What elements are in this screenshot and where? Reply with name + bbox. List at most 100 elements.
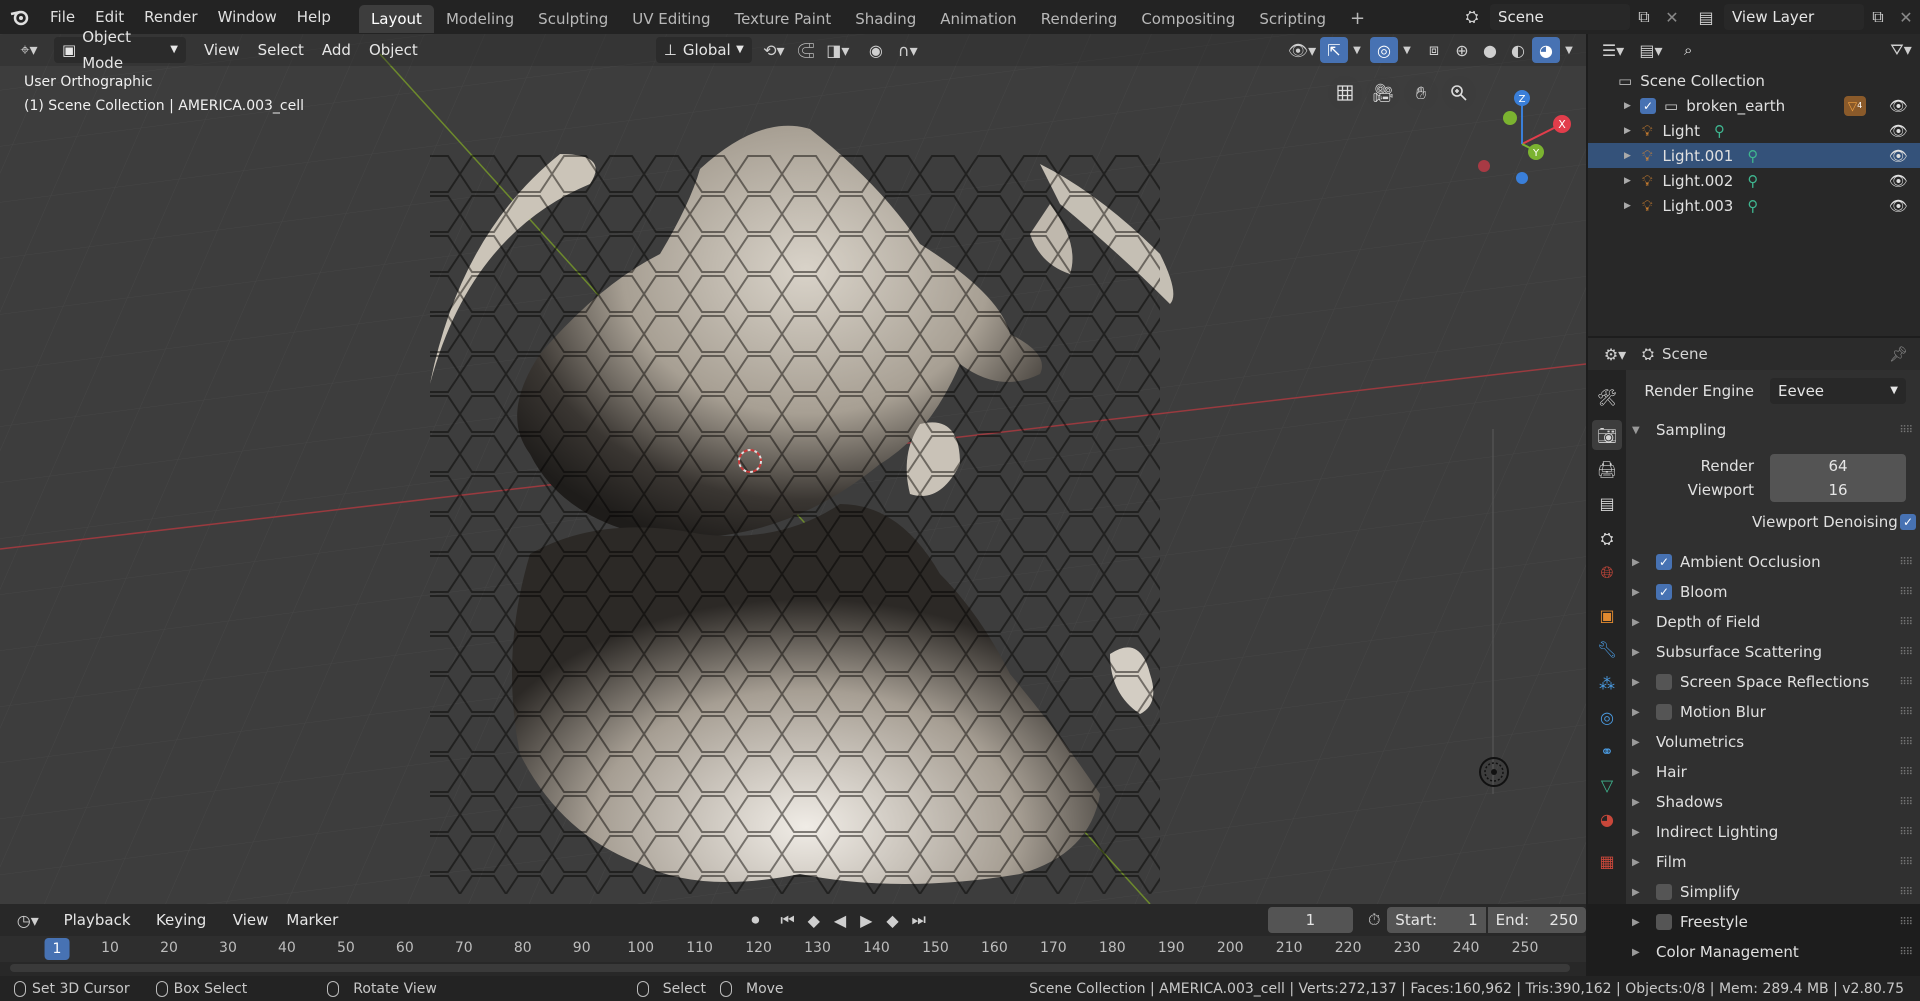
menu-keying[interactable]: Keying ▼ bbox=[148, 907, 223, 954]
outliner-item-light[interactable]: ▶ 💡︎ Light ⚲ 👁︎ bbox=[1588, 118, 1920, 143]
record-keyframe-icon[interactable]: ⏺ bbox=[742, 907, 768, 933]
stopwatch-icon[interactable]: ⏱ bbox=[1361, 907, 1387, 933]
panel-header-shadows[interactable]: ▶ Shadows ⠿⠿ bbox=[1626, 787, 1920, 817]
panel-header-bloom[interactable]: ▶ ✓ Bloom ⠿⠿ bbox=[1626, 577, 1920, 607]
tab-constraints[interactable]: ⚭ bbox=[1592, 736, 1622, 766]
tab-uv-editing[interactable]: UV Editing bbox=[620, 5, 722, 33]
proportional-edit-icon[interactable]: ◉ bbox=[862, 37, 890, 63]
rendered-shading-icon[interactable]: ◕ bbox=[1532, 37, 1560, 63]
current-frame-marker[interactable]: 1 bbox=[44, 938, 70, 960]
menu-select[interactable]: Select bbox=[250, 37, 312, 63]
scene-selector-icon[interactable]: ⛭ bbox=[1458, 4, 1486, 30]
expand-arrow-icon[interactable]: ▶ bbox=[1624, 176, 1636, 186]
panel-header-subsurface-scattering[interactable]: ▶ Subsurface Scattering ⠿⠿ bbox=[1626, 637, 1920, 667]
drag-handle-icon[interactable]: ⠿⠿ bbox=[1899, 797, 1913, 808]
tab-layout[interactable]: Layout bbox=[358, 5, 434, 33]
blender-logo-icon[interactable] bbox=[0, 0, 40, 34]
panel-header-depth-of-field[interactable]: ▶ Depth of Field ⠿⠿ bbox=[1626, 607, 1920, 637]
eye-icon[interactable]: 👁︎ bbox=[1889, 197, 1908, 215]
outliner-item-broken-earth[interactable]: ▶ ✓ ▭ broken_earth ▽ 4 👁︎ bbox=[1588, 93, 1920, 118]
toggle-grid-button[interactable] bbox=[1328, 76, 1362, 110]
tab-output[interactable]: 🖨︎ bbox=[1592, 454, 1622, 484]
expand-arrow-icon[interactable]: ▶ bbox=[1624, 201, 1636, 211]
menu-add[interactable]: Add bbox=[314, 37, 359, 63]
end-frame-field[interactable]: End: 250 bbox=[1487, 907, 1587, 933]
view-layer-icon[interactable]: ▤ bbox=[1692, 4, 1720, 30]
panel-header-freestyle[interactable]: ▶ Freestyle ⠿⠿ bbox=[1626, 907, 1920, 937]
drag-handle-icon[interactable]: ⠿⠿ bbox=[1899, 767, 1913, 778]
panel-header-indirect-lighting[interactable]: ▶ Indirect Lighting ⠿⠿ bbox=[1626, 817, 1920, 847]
timeline-editor-type-icon[interactable]: ◷▾ bbox=[10, 907, 46, 933]
tab-texture-paint[interactable]: Texture Paint bbox=[722, 5, 843, 33]
menu-view[interactable]: View bbox=[196, 37, 248, 63]
wireframe-shading-icon[interactable]: ⊕ bbox=[1448, 37, 1476, 63]
camera-view-button[interactable]: 🎥︎ bbox=[1366, 76, 1400, 110]
delete-scene-icon[interactable]: ✕ bbox=[1658, 4, 1686, 30]
drag-handle-icon[interactable]: ⠿⠿ bbox=[1899, 737, 1913, 748]
panel-enable-checkbox[interactable]: ✓ bbox=[1656, 584, 1672, 600]
next-keyframe-icon[interactable]: ◆ bbox=[879, 907, 905, 933]
tab-data[interactable]: ▽ bbox=[1592, 770, 1622, 800]
panel-enable-checkbox[interactable]: ✓ bbox=[1656, 554, 1672, 570]
tab-shading[interactable]: Shading bbox=[843, 5, 928, 33]
menu-playback[interactable]: Playback ▼ bbox=[56, 907, 146, 954]
drag-handle-icon[interactable]: ⠿⠿ bbox=[1899, 557, 1913, 568]
drag-handle-icon[interactable]: ⠿⠿ bbox=[1899, 617, 1913, 628]
tab-physics[interactable]: ◎ bbox=[1592, 702, 1622, 732]
drag-handle-icon[interactable]: ⠿⠿ bbox=[1899, 917, 1913, 928]
jump-end-icon[interactable]: ⏭ bbox=[906, 907, 932, 933]
tab-modeling[interactable]: Modeling bbox=[434, 5, 526, 33]
shading-dropdown-icon[interactable]: ▼ bbox=[1560, 37, 1578, 63]
tab-view-layer[interactable]: ▤ bbox=[1592, 488, 1622, 518]
frame-ruler[interactable]: 1 10 20 30 40 50 60 70 80 90 100 110 120 130 140 150 160… bbox=[0, 936, 1586, 962]
tab-tool[interactable]: 🛠︎ bbox=[1592, 382, 1622, 412]
view-layer-field[interactable]: View Layer bbox=[1724, 4, 1864, 30]
outliner-item-light-003[interactable]: ▶ 💡︎ Light.003 ⚲ 👁︎ bbox=[1588, 193, 1920, 218]
outliner-item-light-002[interactable]: ▶ 💡︎ Light.002 ⚲ 👁︎ bbox=[1588, 168, 1920, 193]
drag-handle-icon[interactable]: ⠿⠿ bbox=[1899, 677, 1913, 688]
eye-icon[interactable]: 👁︎ bbox=[1889, 97, 1908, 115]
tab-texture[interactable]: ▦ bbox=[1592, 846, 1622, 876]
outliner-root-row[interactable]: ▭ Scene Collection bbox=[1588, 68, 1920, 93]
pan-view-button[interactable]: ✋︎ bbox=[1404, 76, 1438, 110]
jump-start-icon[interactable]: ⏮ bbox=[774, 907, 800, 933]
solid-shading-icon[interactable]: ● bbox=[1476, 37, 1504, 63]
panel-enable-checkbox[interactable] bbox=[1656, 674, 1672, 690]
menu-timeline-view[interactable]: View bbox=[225, 907, 277, 933]
panel-enable-checkbox[interactable] bbox=[1656, 704, 1672, 720]
expand-arrow-icon[interactable]: ▶ bbox=[1624, 101, 1636, 111]
tab-object[interactable]: ▣ bbox=[1592, 600, 1622, 630]
tab-scripting[interactable]: Scripting bbox=[1247, 5, 1338, 33]
gizmo-dropdown-icon[interactable]: ▼ bbox=[1348, 37, 1366, 63]
snap-settings-icon[interactable]: ◨▾ bbox=[820, 37, 856, 63]
menu-file[interactable]: File bbox=[40, 0, 85, 34]
menu-object[interactable]: Object bbox=[361, 37, 426, 63]
properties-editor-type-icon[interactable]: ⚙▾ bbox=[1596, 341, 1634, 367]
eye-icon[interactable]: 👁︎ bbox=[1889, 147, 1908, 165]
gizmo-toggle-icon[interactable]: ⇱ bbox=[1320, 37, 1348, 63]
panel-header-film[interactable]: ▶ Film ⠿⠿ bbox=[1626, 847, 1920, 877]
collection-checkbox[interactable]: ✓ bbox=[1640, 97, 1656, 114]
material-shading-icon[interactable]: ◐ bbox=[1504, 37, 1532, 63]
menu-window[interactable]: Window bbox=[208, 0, 287, 34]
start-frame-field[interactable]: Start: 1 bbox=[1387, 907, 1486, 933]
drag-handle-icon[interactable]: ⠿⠿ bbox=[1899, 587, 1913, 598]
sampling-panel-header[interactable]: ▼ Sampling ⠿⠿ bbox=[1626, 415, 1920, 445]
add-workspace-button[interactable]: + bbox=[1338, 5, 1377, 33]
drag-handle-icon[interactable]: ⠿⠿ bbox=[1899, 707, 1913, 718]
panel-header-screen-space-reflections[interactable]: ▶ Screen Space Reflections ⠿⠿ bbox=[1626, 667, 1920, 697]
new-scene-icon[interactable]: ⧉ bbox=[1630, 4, 1658, 30]
eye-icon[interactable]: 👁︎ bbox=[1889, 122, 1908, 140]
menu-marker[interactable]: Marker bbox=[278, 907, 346, 933]
filter-icon[interactable]: ⛛▾ bbox=[1882, 37, 1920, 63]
tab-sculpting[interactable]: Sculpting bbox=[526, 5, 620, 33]
outliner-search-input[interactable]: ⌕ bbox=[1676, 37, 1812, 63]
overlays-toggle-icon[interactable]: ◎ bbox=[1370, 37, 1398, 63]
xray-toggle-icon[interactable]: ⧈ bbox=[1420, 37, 1448, 63]
tab-world[interactable]: 🌐︎ bbox=[1592, 558, 1622, 588]
tab-scene[interactable]: ⛭ bbox=[1592, 524, 1622, 554]
tab-render[interactable]: 📷︎ bbox=[1592, 420, 1622, 450]
play-reverse-icon[interactable]: ◀ bbox=[827, 907, 853, 933]
render-engine-dropdown[interactable]: Eevee ▼ bbox=[1770, 378, 1906, 404]
new-view-layer-icon[interactable]: ⧉ bbox=[1864, 4, 1892, 30]
